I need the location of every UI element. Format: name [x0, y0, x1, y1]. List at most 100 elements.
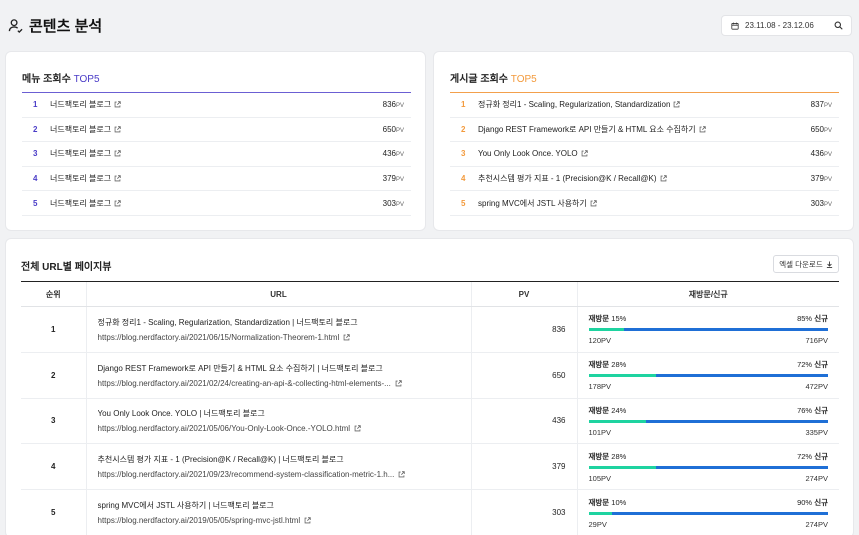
revisit-label-text: 재방문: [588, 314, 610, 324]
top-list-item[interactable]: 5 너드팩토리 블로그 303PV: [22, 191, 411, 216]
pv-unit: PV: [395, 103, 404, 110]
item-name-text: 너드팩토리 블로그: [50, 174, 112, 184]
page-url-link[interactable]: https://blog.nerdfactory.ai/2021/05/06/Y…: [98, 424, 457, 433]
top-list-item[interactable]: 4 너드팩토리 블로그 379PV: [22, 167, 411, 192]
revisit-label-text: 재방문: [588, 451, 610, 461]
page-title: 콘텐츠 분석: [8, 15, 102, 36]
top-list-item[interactable]: 1 정규화 정리1 - Scaling, Regularization, Stan…: [450, 93, 839, 118]
menu-top5-accent: TOP5: [73, 74, 100, 85]
rank-number: 4: [33, 174, 38, 184]
top-list-item[interactable]: 2 너드팩토리 블로그 650PV: [22, 118, 411, 143]
url-table-header: 순위 URL PV 재방문/신규: [21, 281, 839, 307]
external-link-icon[interactable]: [114, 150, 121, 157]
item-name[interactable]: 정규화 정리1 - Scaling, Regularization, Stand…: [478, 99, 811, 110]
item-name-text: Django REST Framework로 API 만들기 & HTML 요소…: [478, 124, 696, 134]
new-label: 76% 신규: [797, 405, 828, 416]
pv-value: 650PV: [811, 125, 839, 134]
new-percent: 90%: [797, 497, 813, 507]
revisit-pv: 101PV: [588, 427, 612, 437]
post-top5-accent: TOP5: [510, 74, 537, 85]
external-link-icon[interactable]: [398, 471, 406, 478]
post-top5-title-text: 게시글 조회수: [450, 74, 508, 85]
top-list-item[interactable]: 5 spring MVC에서 JSTL 사용하기 303PV: [450, 191, 839, 216]
item-name[interactable]: 너드팩토리 블로그: [50, 148, 383, 159]
top-list-item[interactable]: 4 추천시스템 평가 지표 - 1 (Precision@K / Recall@K…: [450, 167, 839, 192]
new-percent: 72%: [797, 451, 813, 461]
menu-top5-title-text: 메뉴 조회수: [22, 74, 71, 85]
revisit-label: 재방문 24%: [589, 405, 627, 416]
external-link-icon[interactable]: [660, 175, 667, 182]
pv-value: 379PV: [383, 174, 411, 183]
rank-number: 1: [33, 100, 38, 110]
row-url-cell: You Only Look Once. YOLO | 너드팩토리 블로그 http…: [85, 398, 471, 445]
item-name-text: 너드팩토리 블로그: [50, 198, 112, 208]
column-header-url: URL: [85, 281, 471, 307]
item-name[interactable]: You Only Look Once. YOLO: [478, 149, 811, 158]
table-row: 1 정규화 정리1 - Scaling, Regularization, Stan…: [21, 306, 839, 353]
external-link-icon[interactable]: [343, 334, 350, 341]
external-link-icon[interactable]: [114, 199, 121, 207]
page-url-link[interactable]: https://blog.nerdfactory.ai/2021/06/15/N…: [98, 333, 457, 342]
url-table-title: 전체 URL별 페이지뷰: [21, 262, 112, 273]
revisit-percent: 24%: [611, 405, 627, 415]
row-pv: 303: [470, 489, 577, 535]
new-pv: 274PV: [805, 519, 828, 529]
external-link-icon[interactable]: [590, 199, 597, 207]
external-link-icon[interactable]: [395, 379, 402, 387]
top-list-item[interactable]: 2 Django REST Framework로 API 만들기 & HTML 요…: [450, 118, 839, 143]
row-revisit-new: 재방문 15% 85% 신규 120PV 716PV: [576, 306, 839, 353]
external-link-icon[interactable]: [581, 150, 588, 157]
revisit-label: 재방문 10%: [589, 497, 627, 508]
pv-value: 837PV: [811, 100, 839, 109]
revisit-pv: 178PV: [588, 382, 612, 392]
row-url-cell: 정규화 정리1 - Scaling, Regularization, Stand…: [85, 306, 471, 353]
pv-unit: PV: [823, 177, 832, 184]
page-url-link[interactable]: https://blog.nerdfactory.ai/2021/09/23/r…: [98, 470, 457, 479]
item-name-text: 정규화 정리1 - Scaling, Regularization, Stand…: [478, 100, 671, 110]
page-url-link[interactable]: https://blog.nerdfactory.ai/2021/02/24/c…: [98, 379, 457, 388]
external-link-icon[interactable]: [114, 101, 121, 108]
page-url-text: https://blog.nerdfactory.ai/2021/09/23/r…: [97, 470, 395, 480]
revisit-label: 재방문 28%: [589, 451, 627, 462]
search-icon[interactable]: [834, 21, 843, 30]
new-label: 85% 신규: [797, 313, 828, 324]
page-url-link[interactable]: https://blog.nerdfactory.ai/2019/05/05/s…: [98, 516, 457, 525]
pv-unit: PV: [823, 103, 832, 110]
pv-number: 650: [810, 124, 824, 134]
date-range-picker[interactable]: 23.11.08 - 23.12.06: [721, 15, 852, 36]
external-link-icon[interactable]: [114, 175, 121, 182]
download-icon: [826, 260, 833, 268]
external-link-icon[interactable]: [114, 126, 121, 133]
row-pv: 436: [470, 398, 577, 445]
item-name[interactable]: 너드팩토리 블로그: [50, 99, 383, 110]
pv-value: 836PV: [383, 100, 411, 109]
revisit-bar-segment: [588, 328, 625, 332]
revisit-label-text: 재방문: [588, 497, 610, 507]
external-link-icon[interactable]: [699, 126, 706, 133]
external-link-icon[interactable]: [304, 517, 311, 524]
item-name[interactable]: spring MVC에서 JSTL 사용하기: [478, 198, 811, 209]
item-name[interactable]: 너드팩토리 블로그: [50, 124, 383, 135]
excel-download-button[interactable]: 엑셀 다운로드: [773, 255, 839, 273]
top-list-item[interactable]: 1 너드팩토리 블로그 836PV: [22, 93, 411, 118]
external-link-icon[interactable]: [673, 101, 681, 108]
calendar-icon: [731, 22, 739, 30]
external-link-icon[interactable]: [354, 425, 361, 432]
row-pv: 836: [470, 306, 577, 353]
pv-number: 836: [382, 100, 396, 110]
page-url-text: https://blog.nerdfactory.ai/2021/05/06/Y…: [97, 424, 351, 434]
pv-number: 379: [382, 174, 396, 184]
post-top5-list: 1 정규화 정리1 - Scaling, Regularization, Stan…: [450, 92, 839, 216]
revisit-percent: 28%: [611, 360, 627, 370]
top-list-item[interactable]: 3 You Only Look Once. YOLO 436PV: [450, 142, 839, 167]
item-name[interactable]: 너드팩토리 블로그: [50, 173, 383, 184]
top-list-item[interactable]: 3 너드팩토리 블로그 436PV: [22, 142, 411, 167]
row-revisit-new: 재방문 28% 72% 신규 105PV 274PV: [576, 443, 839, 491]
row-revisit-new: 재방문 24% 76% 신규 101PV 335PV: [576, 398, 839, 445]
item-name[interactable]: Django REST Framework로 API 만들기 & HTML 요소…: [478, 124, 811, 135]
pv-number: 436: [810, 149, 824, 159]
item-name[interactable]: 너드팩토리 블로그: [50, 198, 383, 209]
revisit-bar-segment: [588, 511, 613, 515]
item-name[interactable]: 추천시스템 평가 지표 - 1 (Precision@K / Recall@K): [478, 173, 811, 184]
revisit-bar-segment: [588, 419, 646, 423]
